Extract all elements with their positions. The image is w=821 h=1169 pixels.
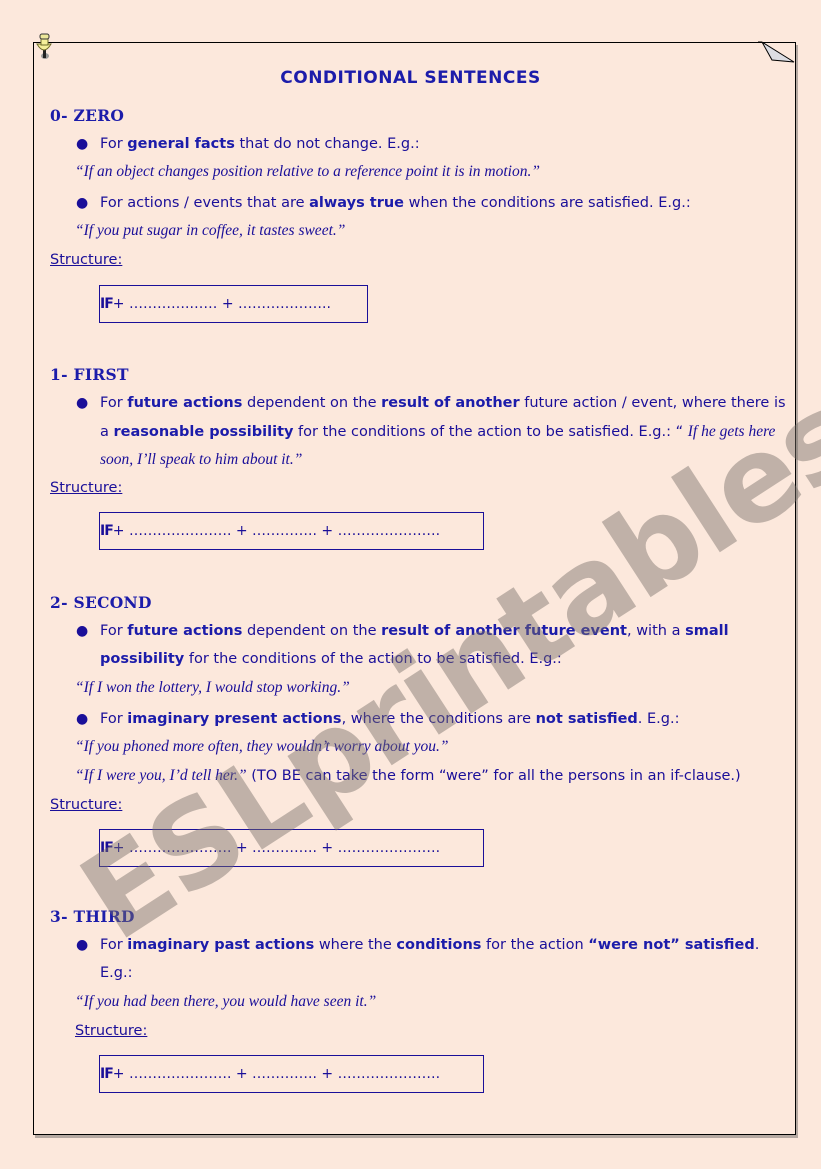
third-example-1: “If you had been there, you would have s… (75, 993, 377, 1010)
first-rule-line-3: soon, I’ll speak to him about it.” (100, 451, 303, 468)
bullet: ● (76, 395, 89, 411)
page-curl-icon (758, 41, 795, 63)
structure-label: Structure: (50, 797, 123, 813)
second-example-3: “If I were you, I’d tell her.” (TO BE ca… (75, 767, 741, 784)
section-heading-first: 1- FIRST (50, 365, 129, 384)
bullet: ● (76, 711, 89, 727)
structure-label: Structure: (75, 1023, 148, 1039)
formula-box-second: IF + …………………. + ………….. + …………………. (99, 829, 484, 867)
formula-box-zero: IF + ………….…… + ……………….. (99, 285, 368, 323)
first-rule-line-1: For future actions dependent on the resu… (100, 395, 786, 411)
zero-example-1: “If an object changes position relative … (75, 163, 540, 180)
zero-example-2: “If you put sugar in coffee, it tastes s… (75, 222, 346, 239)
bullet: ● (76, 937, 89, 953)
bullet: ● (76, 195, 89, 211)
section-heading-third: 3- THIRD (50, 907, 135, 926)
bullet: ● (76, 136, 89, 152)
second-example-1: “If I won the lottery, I would stop work… (75, 679, 350, 696)
formula-box-third: IF + …………………. + ………….. + …………………. (99, 1055, 484, 1093)
third-rule-line-1: For imaginary past actions where the con… (100, 937, 760, 953)
second-rule-line-2: possibility for the conditions of the ac… (100, 651, 562, 667)
section-heading-second: 2- SECOND (50, 593, 152, 612)
second-example-2: “If you phoned more often, they wouldn’t… (75, 738, 449, 755)
formula-box-first: IF + …………………. + ………….. + …………………. (99, 512, 484, 550)
zero-rule-2: For actions / events that are always tru… (100, 195, 691, 211)
structure-label: Structure: (50, 480, 123, 496)
first-rule-line-2: a reasonable possibility for the conditi… (100, 423, 776, 440)
section-heading-zero: 0- ZERO (50, 106, 125, 125)
second-rule-2: For imaginary present actions, where the… (100, 711, 680, 727)
third-rule-line-2: E.g.: (100, 965, 133, 981)
zero-rule-1: For general facts that do not change. E.… (100, 136, 420, 152)
page-title: CONDITIONAL SENTENCES (280, 68, 541, 88)
second-rule-line-1: For future actions dependent on the resu… (100, 623, 729, 639)
pushpin-icon (36, 33, 52, 59)
bullet: ● (76, 623, 89, 639)
structure-label: Structure: (50, 252, 123, 268)
